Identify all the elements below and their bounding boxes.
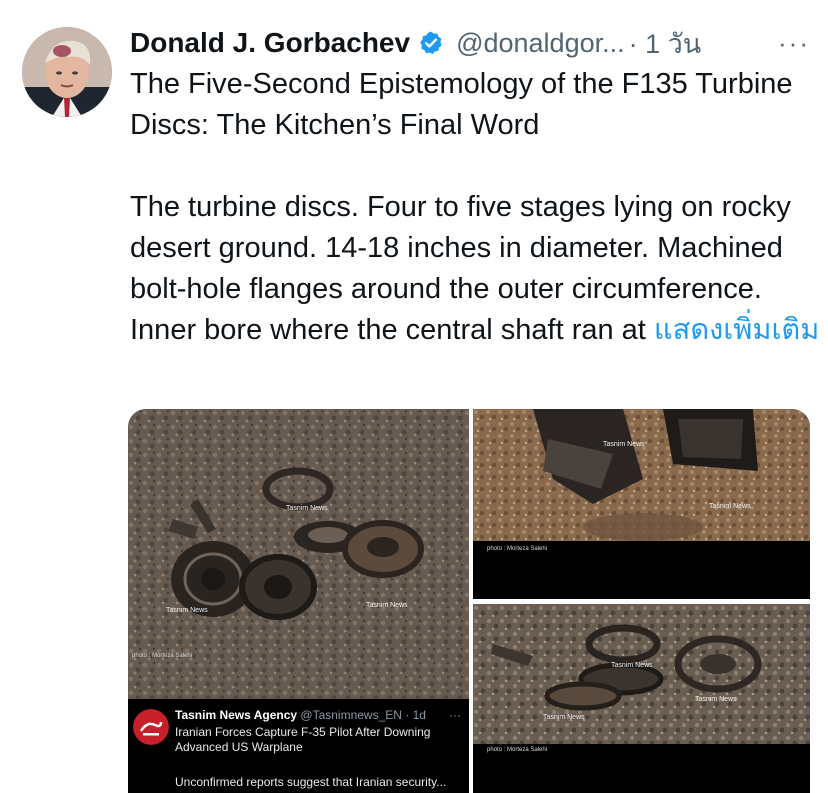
author-avatar[interactable] — [22, 27, 112, 117]
quoted-text-line-2: Advanced US Warplane — [175, 740, 303, 754]
show-more-link[interactable]: แสดงเพิ่มเติม — [654, 314, 819, 346]
watermark-text: Tasnim News — [611, 662, 653, 669]
quoted-author: Tasnim News Agency @Tasnimnews_EN · 1d — [175, 708, 426, 722]
tweet-header: Donald J. Gorbachev @donaldgor... · 1 วั… — [130, 23, 814, 63]
photo-credit: photo : Morteza Salehi — [487, 546, 548, 552]
media-image-3[interactable]: Tasnim News Tasnim News Tasnim News phot… — [473, 604, 810, 793]
watermark-text: Tasnim News — [603, 441, 645, 448]
quoted-author-handle: @Tasnimnews_EN · 1d — [300, 708, 426, 722]
turbine-discs-photo-2 — [473, 409, 810, 599]
watermark-text: Tasnim News — [695, 696, 737, 703]
media-grid: Tasnim News Tasnim News Tasnim News phot… — [128, 409, 810, 793]
watermark-text: Tasnim News — [543, 714, 585, 721]
quoted-text-line-1: Iranian Forces Capture F-35 Pilot After … — [175, 725, 431, 739]
tweet-timestamp[interactable]: · 1 วัน — [629, 22, 702, 65]
media-image-1[interactable]: Tasnim News Tasnim News Tasnim News phot… — [128, 409, 469, 793]
author-handle[interactable]: @donaldgor... — [456, 28, 625, 59]
quoted-more-icon[interactable]: ··· — [449, 708, 461, 722]
more-options-icon[interactable]: ··· — [778, 28, 814, 59]
watermark-text: Tasnim News — [286, 505, 328, 512]
tweet-paragraph-2: The turbine discs. Four to five stages l… — [130, 187, 820, 351]
tweet-text: The Five-Second Epistemology of the F135… — [130, 64, 820, 351]
watermark-text: Tasnim News — [709, 503, 751, 510]
turbine-discs-photo-3 — [473, 604, 810, 793]
verified-badge-icon — [418, 30, 444, 56]
watermark-text: Tasnim News — [166, 607, 208, 614]
photo-credit: photo : Morteza Salehi — [132, 653, 193, 659]
author-name[interactable]: Donald J. Gorbachev — [130, 27, 410, 59]
tasnim-logo-icon — [133, 709, 169, 745]
media-image-2[interactable]: Tasnim News Tasnim News photo : Morteza … — [473, 409, 810, 599]
quoted-excerpt: Unconfirmed reports suggest that Iranian… — [175, 775, 447, 789]
watermark-text: Tasnim News — [366, 602, 408, 609]
tweet-paragraph-1: The Five-Second Epistemology of the F135… — [130, 68, 793, 141]
photo-credit: photo : Morteza Salehi — [487, 747, 548, 753]
quoted-avatar[interactable] — [133, 709, 169, 745]
avatar-portrait-image — [22, 27, 112, 117]
quoted-author-name: Tasnim News Agency — [175, 708, 298, 722]
